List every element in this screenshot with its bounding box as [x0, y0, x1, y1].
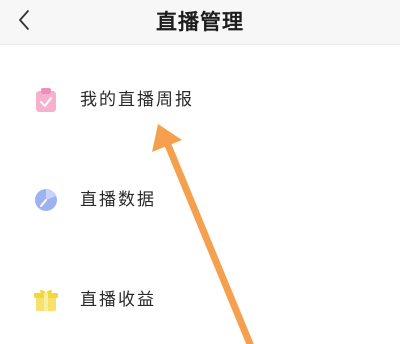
page-title: 直播管理 — [156, 10, 244, 34]
menu-item-label: 直播数据 — [80, 190, 156, 210]
menu-item-label: 我的直播周报 — [80, 90, 194, 110]
menu-item-live-earnings[interactable]: 直播收益 — [0, 270, 400, 330]
report-icon — [32, 86, 60, 114]
menu-item-label: 直播收益 — [80, 290, 156, 310]
menu-item-live-data[interactable]: 直播数据 — [0, 170, 400, 230]
menu-item-weekly-report[interactable]: 我的直播周报 — [0, 70, 400, 130]
top-nav-bar: 直播管理 — [0, 0, 400, 45]
earnings-gift-icon — [32, 286, 60, 314]
data-chart-icon — [32, 186, 60, 214]
